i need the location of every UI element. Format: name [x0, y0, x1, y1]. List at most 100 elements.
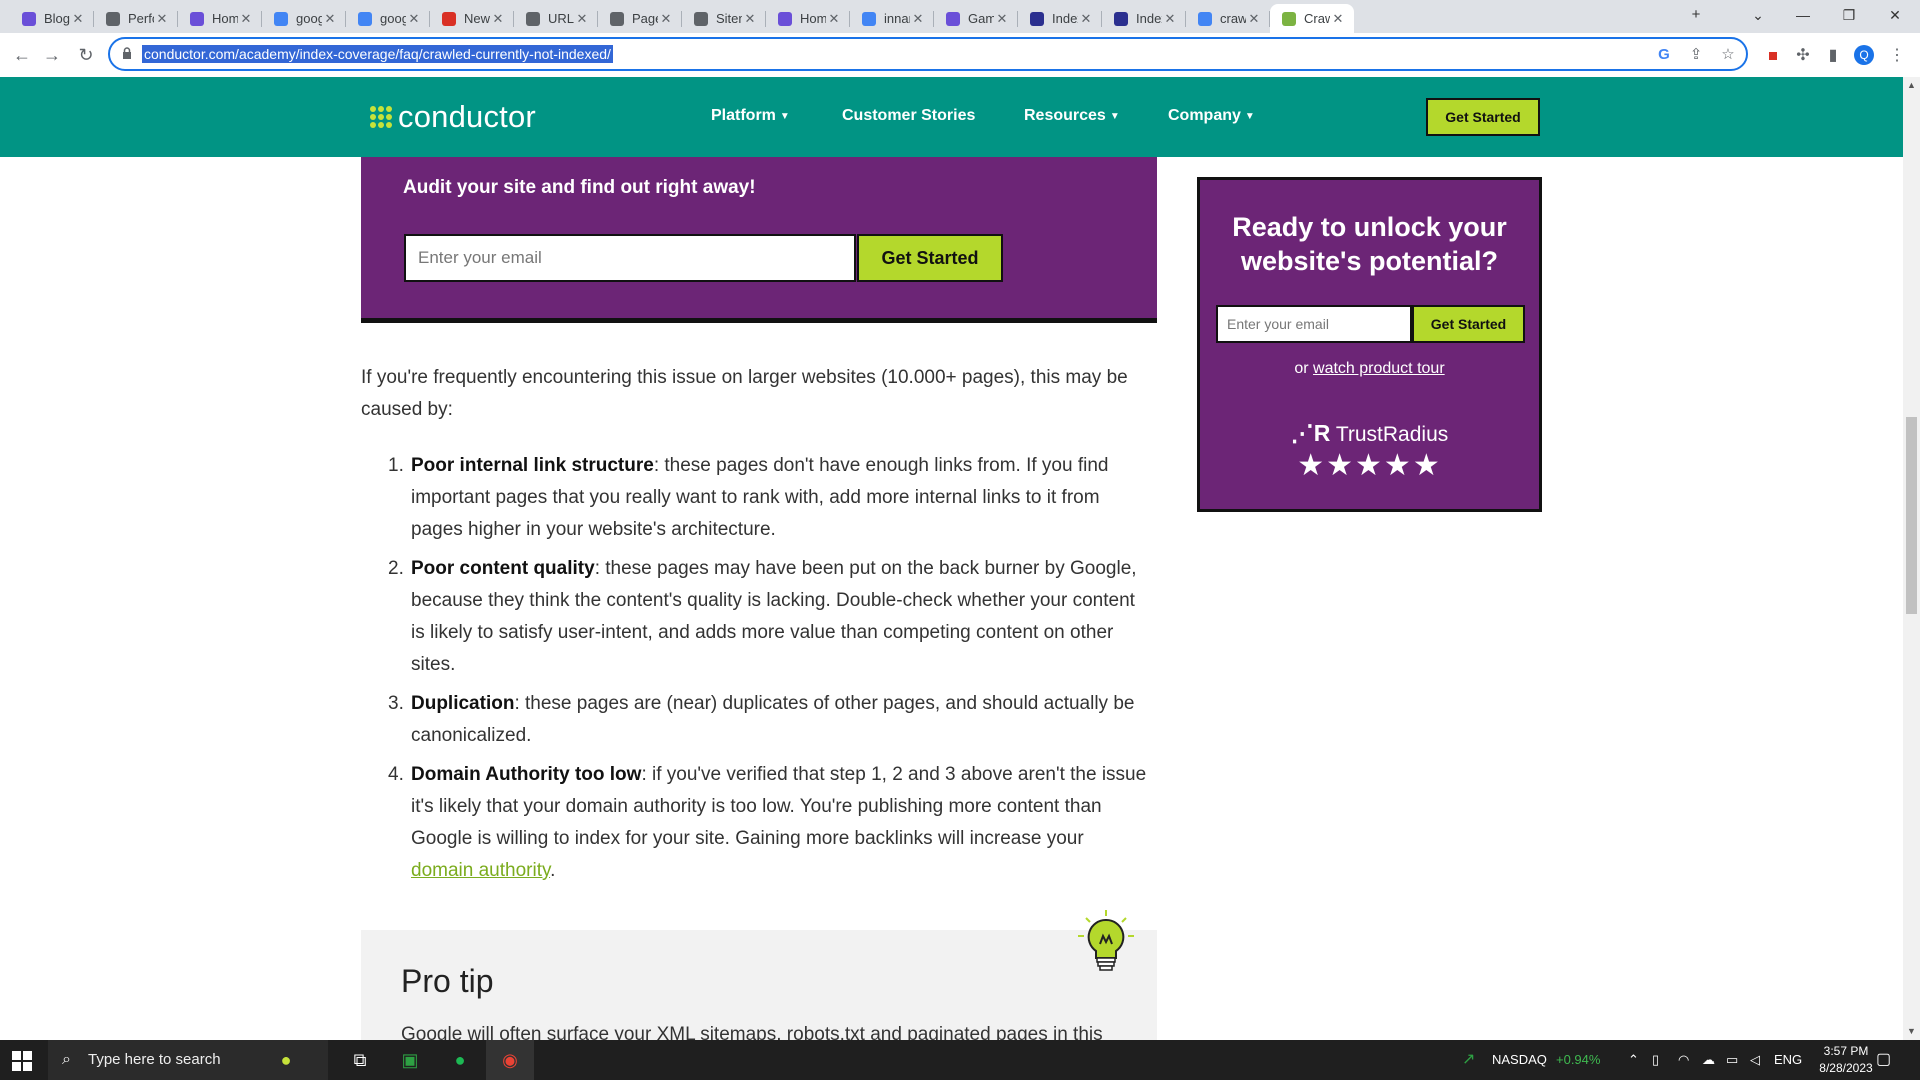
browser-tab[interactable]: Blog Ca✕: [10, 4, 94, 33]
tab-favicon-icon: [1282, 11, 1296, 26]
sidebar-email-input[interactable]: Enter your email: [1216, 305, 1412, 343]
tab-close-icon[interactable]: ✕: [1162, 11, 1178, 27]
browser-tab[interactable]: URL Ins✕: [514, 4, 598, 33]
tab-close-icon[interactable]: ✕: [1078, 11, 1094, 27]
language-indicator[interactable]: ENG: [1774, 1040, 1802, 1080]
stock-name[interactable]: NASDAQ: [1492, 1040, 1547, 1080]
caret-down-icon: ▼: [779, 111, 790, 122]
tab-favicon-icon: [946, 11, 960, 26]
new-tab-button[interactable]: +: [1673, 0, 1719, 33]
domain-authority-link[interactable]: domain authority: [411, 860, 550, 881]
caret-down-icon: ▼: [1244, 111, 1255, 122]
tab-close-icon[interactable]: ✕: [658, 11, 674, 27]
spotify-app-icon[interactable]: ●: [436, 1040, 484, 1080]
tab-close-icon[interactable]: ✕: [490, 11, 506, 27]
nav-customer-stories[interactable]: Customer Stories: [842, 107, 975, 125]
forward-arrow-icon[interactable]: →: [40, 43, 64, 67]
network-icon[interactable]: ▭: [1726, 1040, 1738, 1080]
tab-favicon-icon: [1030, 11, 1044, 26]
battery-icon[interactable]: ▯: [1652, 1040, 1659, 1080]
scroll-down-arrow-icon[interactable]: ▼: [1903, 1023, 1920, 1040]
bookmark-star-icon[interactable]: ☆: [1719, 46, 1737, 64]
browser-tab[interactable]: New Pa✕: [430, 4, 514, 33]
close-window-button[interactable]: ✕: [1872, 0, 1918, 33]
minimize-button[interactable]: —: [1780, 0, 1826, 33]
wifi-icon[interactable]: ◠: [1678, 1040, 1689, 1080]
file-manager-app-icon[interactable]: ▣: [386, 1040, 434, 1080]
task-view-icon[interactable]: ⧉: [336, 1040, 384, 1080]
rating-stars: ★★★★★: [1297, 449, 1442, 482]
tab-close-icon[interactable]: ✕: [406, 11, 422, 27]
list-item: 4. Domain Authority too low: if you've ve…: [388, 764, 1147, 881]
tab-favicon-icon: [526, 11, 540, 26]
tab-close-icon[interactable]: ✕: [574, 11, 590, 27]
tab-close-icon[interactable]: ✕: [994, 11, 1010, 27]
notifications-icon[interactable]: ▢: [1876, 1040, 1891, 1080]
watch-product-tour-link[interactable]: watch product tour: [1313, 360, 1445, 377]
reload-icon[interactable]: ↻: [74, 43, 98, 67]
audit-email-input[interactable]: Enter your email: [404, 234, 856, 282]
side-panel-icon[interactable]: ▮: [1822, 45, 1844, 67]
stock-change: +0.94%: [1556, 1052, 1601, 1067]
browser-tab[interactable]: google✕: [346, 4, 430, 33]
extensions-puzzle-icon[interactable]: ✣: [1792, 45, 1814, 67]
tab-favicon-icon: [1114, 11, 1128, 26]
tab-title: Indexin: [1052, 11, 1078, 26]
tab-favicon-icon: [190, 11, 204, 26]
browser-tab[interactable]: innanc✕: [850, 4, 934, 33]
conductor-logo[interactable]: conductor: [370, 99, 536, 135]
browser-tab[interactable]: Indexin✕: [1018, 4, 1102, 33]
browser-tab[interactable]: Home✕: [178, 4, 262, 33]
tab-close-icon[interactable]: ✕: [322, 11, 338, 27]
profile-avatar[interactable]: Q: [1854, 45, 1874, 65]
restore-button[interactable]: ❐: [1826, 0, 1872, 33]
tab-title: Home: [800, 11, 826, 26]
chrome-app-icon[interactable]: ◉: [486, 1040, 534, 1080]
browser-tab[interactable]: Crawle✕: [1270, 4, 1354, 33]
tab-close-icon[interactable]: ✕: [826, 11, 842, 27]
share-icon[interactable]: ⇪: [1687, 46, 1705, 64]
tab-title: Indexin: [1136, 11, 1162, 26]
browser-tab[interactable]: Indexin✕: [1102, 4, 1186, 33]
browser-tab[interactable]: Page in✕: [598, 4, 682, 33]
tray-chevron-icon[interactable]: ⌃: [1628, 1040, 1639, 1080]
onedrive-icon[interactable]: ☁: [1702, 1040, 1715, 1080]
tab-close-icon[interactable]: ✕: [1246, 11, 1262, 27]
back-arrow-icon[interactable]: ←: [10, 43, 34, 67]
sidebar-get-started-button[interactable]: Get Started: [1412, 305, 1525, 343]
tab-favicon-icon: [22, 11, 36, 26]
url-text[interactable]: conductor.com/academy/index-coverage/faq…: [142, 45, 613, 63]
browser-tab[interactable]: crawle✕: [1186, 4, 1270, 33]
volume-icon[interactable]: ◁: [1750, 1040, 1760, 1080]
windows-start-icon[interactable]: [12, 1051, 32, 1071]
tab-search-icon[interactable]: ⌄: [1735, 0, 1781, 33]
audit-get-started-button[interactable]: Get Started: [857, 234, 1003, 282]
tab-close-icon[interactable]: ✕: [154, 11, 170, 27]
tab-close-icon[interactable]: ✕: [238, 11, 254, 27]
tab-close-icon[interactable]: ✕: [742, 11, 758, 27]
tab-close-icon[interactable]: ✕: [1330, 11, 1346, 27]
browser-tab[interactable]: Game✕: [934, 4, 1018, 33]
nav-resources[interactable]: Resources ▼: [1024, 107, 1120, 125]
scroll-up-arrow-icon[interactable]: ▲: [1903, 77, 1920, 94]
browser-tab[interactable]: google✕: [262, 4, 346, 33]
tab-close-icon[interactable]: ✕: [910, 11, 926, 27]
scroll-thumb[interactable]: [1906, 417, 1917, 614]
tab-title: crawle: [1220, 11, 1246, 26]
nav-company[interactable]: Company ▼: [1168, 107, 1255, 125]
extension-alert-icon[interactable]: [1762, 45, 1784, 67]
page-scrollbar[interactable]: ▲ ▼: [1903, 77, 1920, 1040]
browser-tab[interactable]: Sitema✕: [682, 4, 766, 33]
tab-close-icon[interactable]: ✕: [70, 11, 86, 27]
header-get-started-button[interactable]: Get Started: [1426, 98, 1540, 136]
browser-tab[interactable]: Home✕: [766, 4, 850, 33]
nav-platform[interactable]: Platform ▼: [711, 107, 790, 125]
sidebar-title: Ready to unlock your website's potential…: [1232, 212, 1507, 276]
clock[interactable]: 3:57 PM 8/28/2023: [1812, 1043, 1880, 1083]
browser-tab[interactable]: Perform✕: [94, 4, 178, 33]
tab-title: google: [380, 11, 406, 26]
google-lens-icon[interactable]: G: [1655, 46, 1673, 64]
address-bar[interactable]: conductor.com/academy/index-coverage/faq…: [108, 37, 1748, 71]
product-tour-line: or watch product tour: [1294, 360, 1445, 377]
browser-menu-icon[interactable]: ⋮: [1886, 45, 1908, 67]
